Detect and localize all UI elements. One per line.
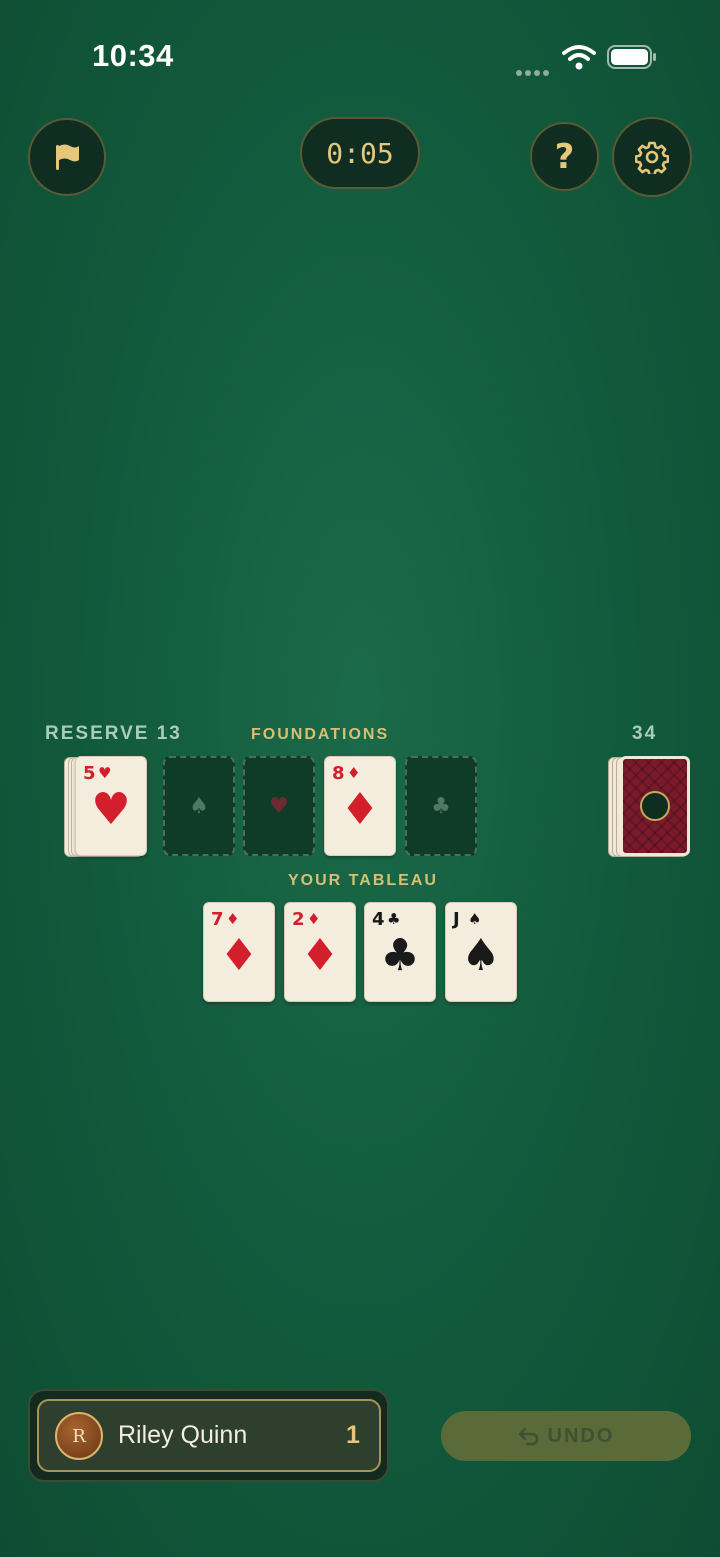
game-timer: 0:05 [300, 117, 420, 189]
tableau-card-1[interactable]: 7 ♦ ♦ [203, 902, 275, 1002]
card-rank: 4 [372, 909, 385, 930]
status-time: 10:34 [92, 38, 174, 73]
player-name: Riley Quinn [118, 1421, 248, 1449]
diamond-icon: ♦ [226, 910, 240, 928]
cellular-signal-icon [516, 63, 552, 76]
club-icon: ♣ [387, 910, 401, 928]
club-icon: ♣ [380, 930, 420, 981]
heart-icon: ♥ [269, 793, 289, 819]
tableau-label: YOUR TABLEAU [288, 872, 438, 889]
foundation-slot-clubs[interactable]: ♣ [405, 756, 477, 856]
spade-icon: ♠ [461, 930, 501, 981]
undo-label: UNDO [547, 1424, 615, 1447]
gear-icon [635, 141, 669, 174]
card-rank: 2 [292, 909, 305, 930]
foundation-diamonds-card[interactable]: 8 ♦ ♦ [324, 756, 396, 856]
foundation-slot-hearts[interactable]: ♥ [243, 756, 315, 856]
reserve-label: RESERVE 13 [45, 723, 182, 744]
undo-icon [518, 1427, 538, 1446]
diamond-icon: ♦ [307, 910, 321, 928]
diamond-icon: ♦ [219, 930, 259, 981]
undo-button[interactable]: UNDO [441, 1411, 691, 1461]
heart-icon: ♥ [91, 784, 131, 835]
settings-button[interactable] [612, 117, 692, 197]
wifi-icon [562, 44, 596, 70]
stock-count: 34 [632, 723, 658, 744]
tableau-card-3[interactable]: 4 ♣ ♣ [364, 902, 436, 1002]
card-back-emblem-icon [640, 791, 670, 821]
flag-button[interactable] [28, 118, 106, 196]
tableau-card-2[interactable]: 2 ♦ ♦ [284, 902, 356, 1002]
club-icon: ♣ [431, 793, 451, 819]
diamond-icon: ♦ [300, 930, 340, 981]
stock-pile[interactable] [620, 756, 690, 856]
card-rank: 7 [211, 909, 224, 930]
card-rank: 5 [83, 763, 96, 784]
flag-icon [56, 144, 79, 170]
player-score: 1 [346, 1421, 360, 1449]
battery-icon [607, 45, 657, 69]
heart-icon: ♥ [98, 764, 112, 782]
tableau-card-4[interactable]: J ♠ ♠ [445, 902, 517, 1002]
foundation-slot-spades[interactable]: ♠ [163, 756, 235, 856]
spade-icon: ♠ [189, 793, 209, 819]
reserve-top-card[interactable]: 5 ♥ ♥ [75, 756, 147, 856]
card-rank: 8 [332, 763, 345, 784]
avatar: R [55, 1412, 103, 1460]
card-rank: J [453, 909, 460, 930]
help-button[interactable]: ? [530, 122, 599, 191]
foundations-label: FOUNDATIONS [251, 726, 390, 743]
help-icon: ? [554, 136, 575, 177]
diamond-icon: ♦ [340, 784, 380, 835]
diamond-icon: ♦ [347, 764, 361, 782]
spade-icon: ♠ [468, 910, 482, 928]
